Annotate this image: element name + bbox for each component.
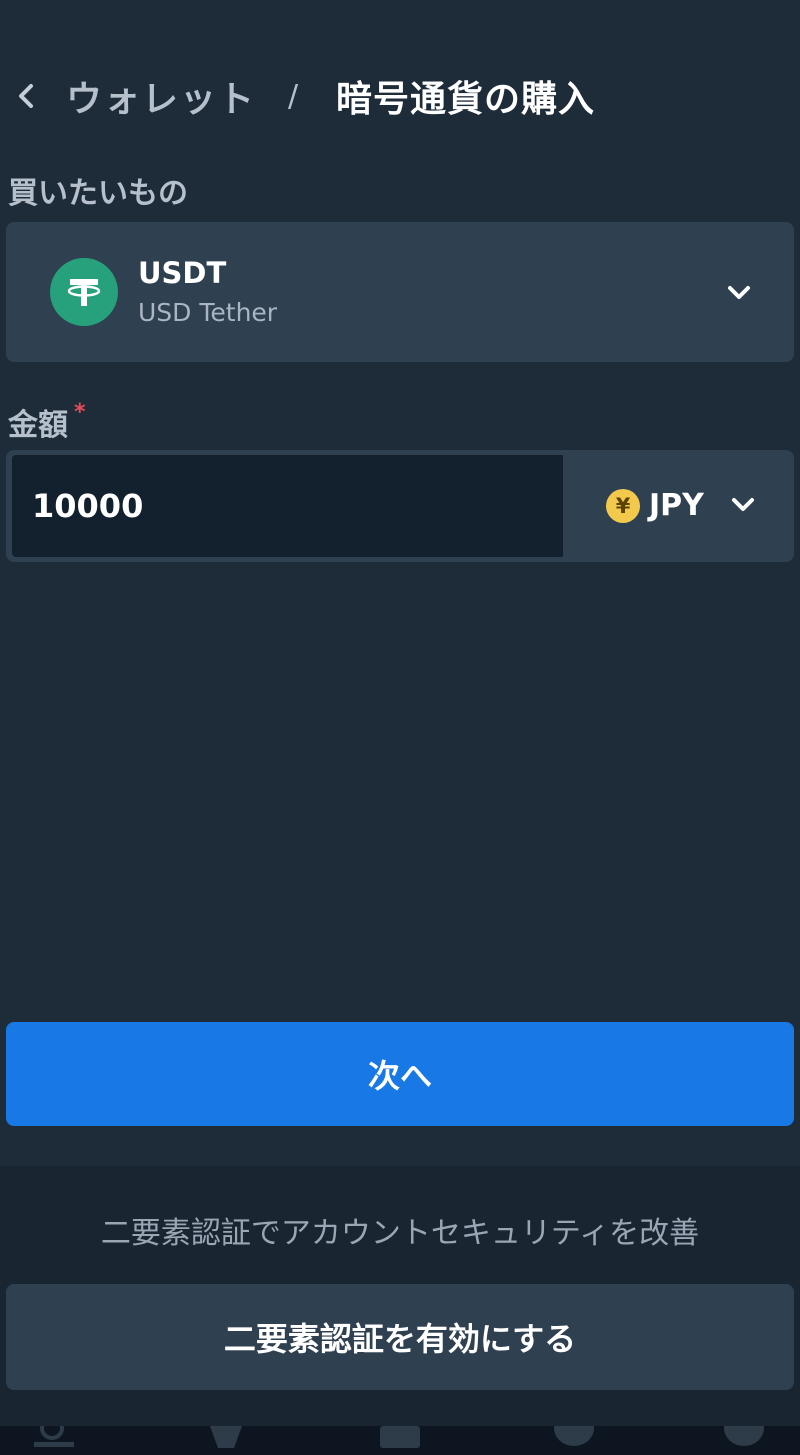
chevron-down-icon	[724, 278, 754, 308]
markets-icon[interactable]	[32, 1426, 76, 1455]
amount-row: ¥ JPY	[6, 450, 794, 562]
buy-section-label: 買いたいもの	[8, 176, 188, 211]
required-mark: *	[74, 400, 86, 425]
bottom-tab-bar	[0, 1426, 800, 1455]
breadcrumb: ウォレット / 暗号通貨の購入	[0, 64, 800, 128]
amount-section-label: 金額 *	[8, 400, 86, 444]
chevron-left-icon	[19, 84, 33, 108]
trade-icon[interactable]	[204, 1426, 248, 1455]
buy-crypto-screen: ウォレット / 暗号通貨の購入 買いたいもの USDT USD Tether 金…	[0, 0, 800, 1455]
currency-selector[interactable]: ¥ JPY	[566, 450, 794, 562]
breadcrumb-wallet-link[interactable]: ウォレット	[66, 70, 256, 122]
breadcrumb-separator: /	[288, 78, 299, 114]
amount-label: 金額	[8, 408, 68, 443]
asset-symbol: USDT	[138, 256, 227, 290]
two-factor-promo: 二要素認証でアカウントセキュリティを改善 二要素認証を有効にする	[0, 1166, 800, 1426]
wallet-icon[interactable]	[552, 1426, 596, 1455]
asset-selector[interactable]: USDT USD Tether	[6, 222, 794, 362]
amount-input[interactable]	[12, 455, 563, 557]
asset-full-name: USD Tether	[138, 298, 278, 327]
tether-icon	[50, 258, 118, 326]
chat-icon[interactable]	[722, 1426, 766, 1455]
currency-code: JPY	[649, 488, 704, 523]
yen-coin-icon: ¥	[606, 489, 640, 523]
chevron-down-icon	[728, 490, 758, 520]
two-factor-prompt: 二要素認証でアカウントセキュリティを改善	[100, 1216, 700, 1251]
page-title: 暗号通貨の購入	[336, 79, 596, 120]
enable-2fa-button[interactable]: 二要素認証を有効にする	[6, 1284, 794, 1390]
orders-icon[interactable]	[378, 1426, 422, 1455]
back-button[interactable]	[8, 66, 44, 126]
next-button[interactable]: 次へ	[6, 1022, 794, 1126]
